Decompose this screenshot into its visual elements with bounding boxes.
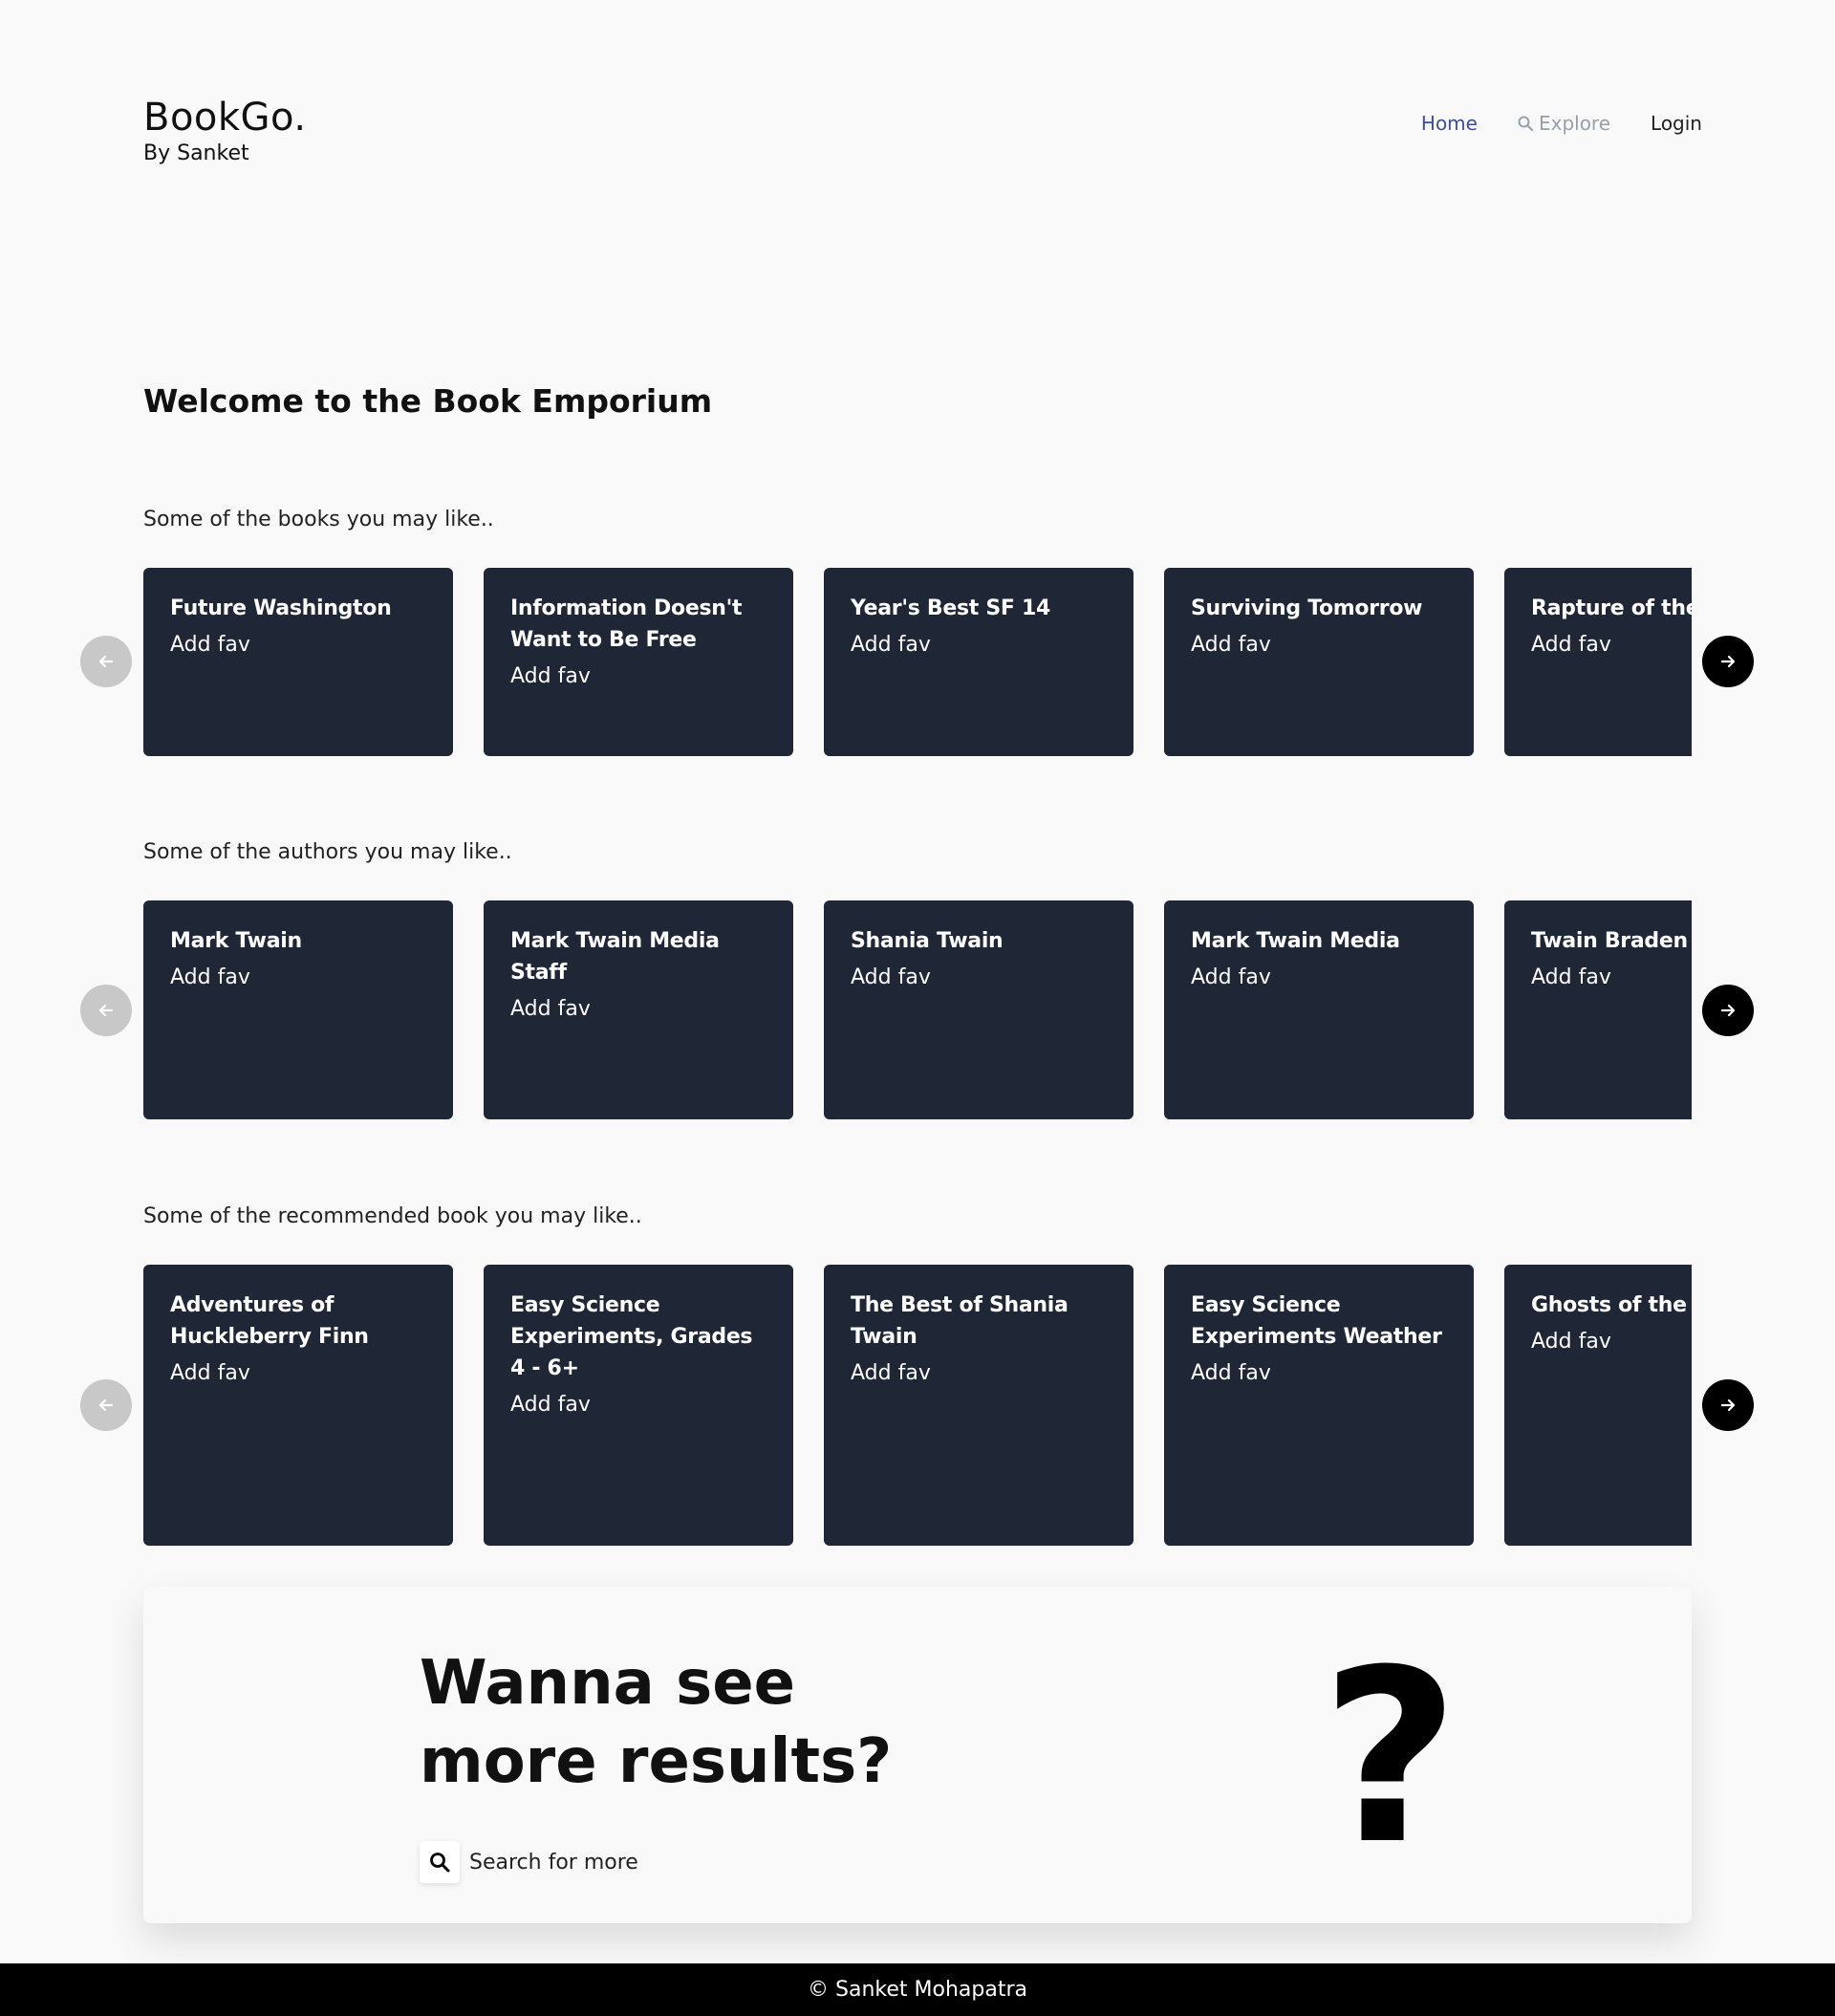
- card-title: Future Washington: [170, 596, 392, 620]
- recommended-card[interactable]: Ghosts of the pio Add fav: [1504, 1265, 1692, 1546]
- recommended-card[interactable]: Easy Science Experiments, Grades 4 - 6+ A…: [484, 1265, 793, 1546]
- recommended-section-label: Some of the recommended book you may lik…: [143, 1204, 642, 1228]
- book-card[interactable]: Future Washington Add fav: [143, 568, 453, 756]
- add-fav-button[interactable]: Add fav: [851, 963, 1107, 993]
- card-title: Information Doesn't Want to Be Free: [510, 596, 743, 652]
- add-fav-button[interactable]: Add fav: [851, 1358, 1107, 1389]
- books-track: Future Washington Add fav Information Does…: [143, 568, 1692, 756]
- author-card[interactable]: Mark Twain Media Add fav: [1164, 900, 1474, 1119]
- card-title: Easy Science Experiments Weather: [1191, 1293, 1442, 1349]
- card-title: Easy Science Experiments, Grades 4 - 6+: [510, 1293, 753, 1380]
- author-card[interactable]: Mark Twain Media Staff Add fav: [484, 900, 793, 1119]
- recommended-next-button[interactable]: [1702, 1379, 1754, 1431]
- add-fav-button[interactable]: Add fav: [170, 1358, 426, 1389]
- page-title: Welcome to the Book Emporium: [143, 382, 712, 420]
- nav-explore-label: Explore: [1538, 112, 1611, 135]
- add-fav-button[interactable]: Add fav: [1191, 1358, 1447, 1389]
- arrow-left-icon: [98, 1398, 114, 1412]
- add-fav-button[interactable]: Add fav: [510, 661, 766, 692]
- recommended-card[interactable]: The Best of Shania Twain Add fav: [824, 1265, 1133, 1546]
- add-fav-button[interactable]: Add fav: [510, 994, 766, 1025]
- brand[interactable]: BookGo. By Sanket: [143, 96, 307, 165]
- card-title: Adventures of Huckleberry Finn: [170, 1293, 369, 1349]
- welcome-prefix: Welcome to the: [143, 382, 421, 420]
- add-fav-button[interactable]: Add fav: [170, 963, 426, 993]
- recommended-carousel: Adventures of Huckleberry Finn Add fav Eas…: [143, 1265, 1692, 1546]
- footer-copyright: © Sanket Mohapatra: [808, 1978, 1027, 2002]
- card-title: Surviving Tomorrow: [1191, 596, 1423, 620]
- question-mark-icon: ?: [1321, 1618, 1460, 1897]
- footer: © Sanket Mohapatra: [0, 1963, 1835, 2016]
- nav-home-link[interactable]: Home: [1421, 112, 1478, 135]
- add-fav-button[interactable]: Add fav: [1531, 630, 1692, 661]
- authors-prev-button[interactable]: [80, 985, 132, 1036]
- card-title: Rapture of the Ne: [1531, 596, 1692, 620]
- top-nav: Home Explore Login: [1421, 112, 1702, 135]
- arrow-right-icon: [1720, 1004, 1736, 1017]
- add-fav-button[interactable]: Add fav: [1191, 630, 1447, 661]
- books-prev-button[interactable]: [80, 636, 132, 687]
- books-section-label: Some of the books you may like..: [143, 508, 494, 531]
- add-fav-button[interactable]: Add fav: [851, 630, 1107, 661]
- search-icon[interactable]: [420, 1841, 460, 1883]
- search-more-button[interactable]: Search for more: [420, 1841, 638, 1883]
- book-card[interactable]: Year's Best SF 14 Add fav: [824, 568, 1133, 756]
- nav-login-link[interactable]: Login: [1651, 112, 1702, 135]
- add-fav-button[interactable]: Add fav: [170, 630, 426, 661]
- more-results-panel: Wanna see more results? Search for more …: [143, 1587, 1692, 1923]
- recommended-track: Adventures of Huckleberry Finn Add fav Eas…: [143, 1265, 1692, 1546]
- brand-title[interactable]: BookGo.: [143, 96, 307, 140]
- welcome-emphasis: Book Emporium: [432, 382, 713, 420]
- add-fav-button[interactable]: Add fav: [1531, 963, 1692, 993]
- book-card[interactable]: Information Doesn't Want to Be Free Add f…: [484, 568, 793, 756]
- book-card[interactable]: Rapture of the Ne Add fav: [1504, 568, 1692, 756]
- card-title: Year's Best SF 14: [851, 596, 1051, 620]
- author-card[interactable]: Twain Braden Add fav: [1504, 900, 1692, 1119]
- arrow-right-icon: [1720, 1398, 1736, 1412]
- card-title: The Best of Shania Twain: [851, 1293, 1069, 1349]
- card-title: Shania Twain: [851, 929, 1004, 953]
- authors-carousel: Mark Twain Add fav Mark Twain Media Staff A…: [143, 900, 1692, 1119]
- add-fav-button[interactable]: Add fav: [1191, 963, 1447, 993]
- arrow-right-icon: [1720, 655, 1736, 668]
- search-more-label[interactable]: Search for more: [469, 1851, 638, 1875]
- recommended-prev-button[interactable]: [80, 1379, 132, 1431]
- books-carousel: Future Washington Add fav Information Does…: [143, 568, 1692, 756]
- author-card[interactable]: Shania Twain Add fav: [824, 900, 1133, 1119]
- page: BookGo. By Sanket Home Explore Login Wel…: [0, 0, 1835, 2016]
- arrow-left-icon: [98, 655, 114, 668]
- search-icon: [1518, 116, 1533, 131]
- card-title: Twain Braden: [1531, 929, 1688, 953]
- nav-explore-link[interactable]: Explore: [1518, 112, 1610, 135]
- book-card[interactable]: Surviving Tomorrow Add fav: [1164, 568, 1474, 756]
- recommended-card[interactable]: Adventures of Huckleberry Finn Add fav: [143, 1265, 453, 1546]
- author-card[interactable]: Mark Twain Add fav: [143, 900, 453, 1119]
- authors-track: Mark Twain Add fav Mark Twain Media Staff A…: [143, 900, 1692, 1119]
- card-title: Ghosts of the pio: [1531, 1293, 1692, 1317]
- authors-section-label: Some of the authors you may like..: [143, 840, 512, 864]
- card-title: Mark Twain Media Staff: [510, 929, 720, 985]
- more-results-heading: Wanna see more results?: [420, 1648, 893, 1797]
- card-title: Mark Twain: [170, 929, 302, 953]
- books-next-button[interactable]: [1702, 636, 1754, 687]
- brand-subtitle: By Sanket: [143, 141, 249, 165]
- add-fav-button[interactable]: Add fav: [510, 1390, 766, 1420]
- recommended-card[interactable]: Easy Science Experiments Weather Add fav: [1164, 1265, 1474, 1546]
- add-fav-button[interactable]: Add fav: [1531, 1327, 1692, 1357]
- card-title: Mark Twain Media: [1191, 929, 1400, 953]
- arrow-left-icon: [98, 1004, 114, 1017]
- authors-next-button[interactable]: [1702, 985, 1754, 1036]
